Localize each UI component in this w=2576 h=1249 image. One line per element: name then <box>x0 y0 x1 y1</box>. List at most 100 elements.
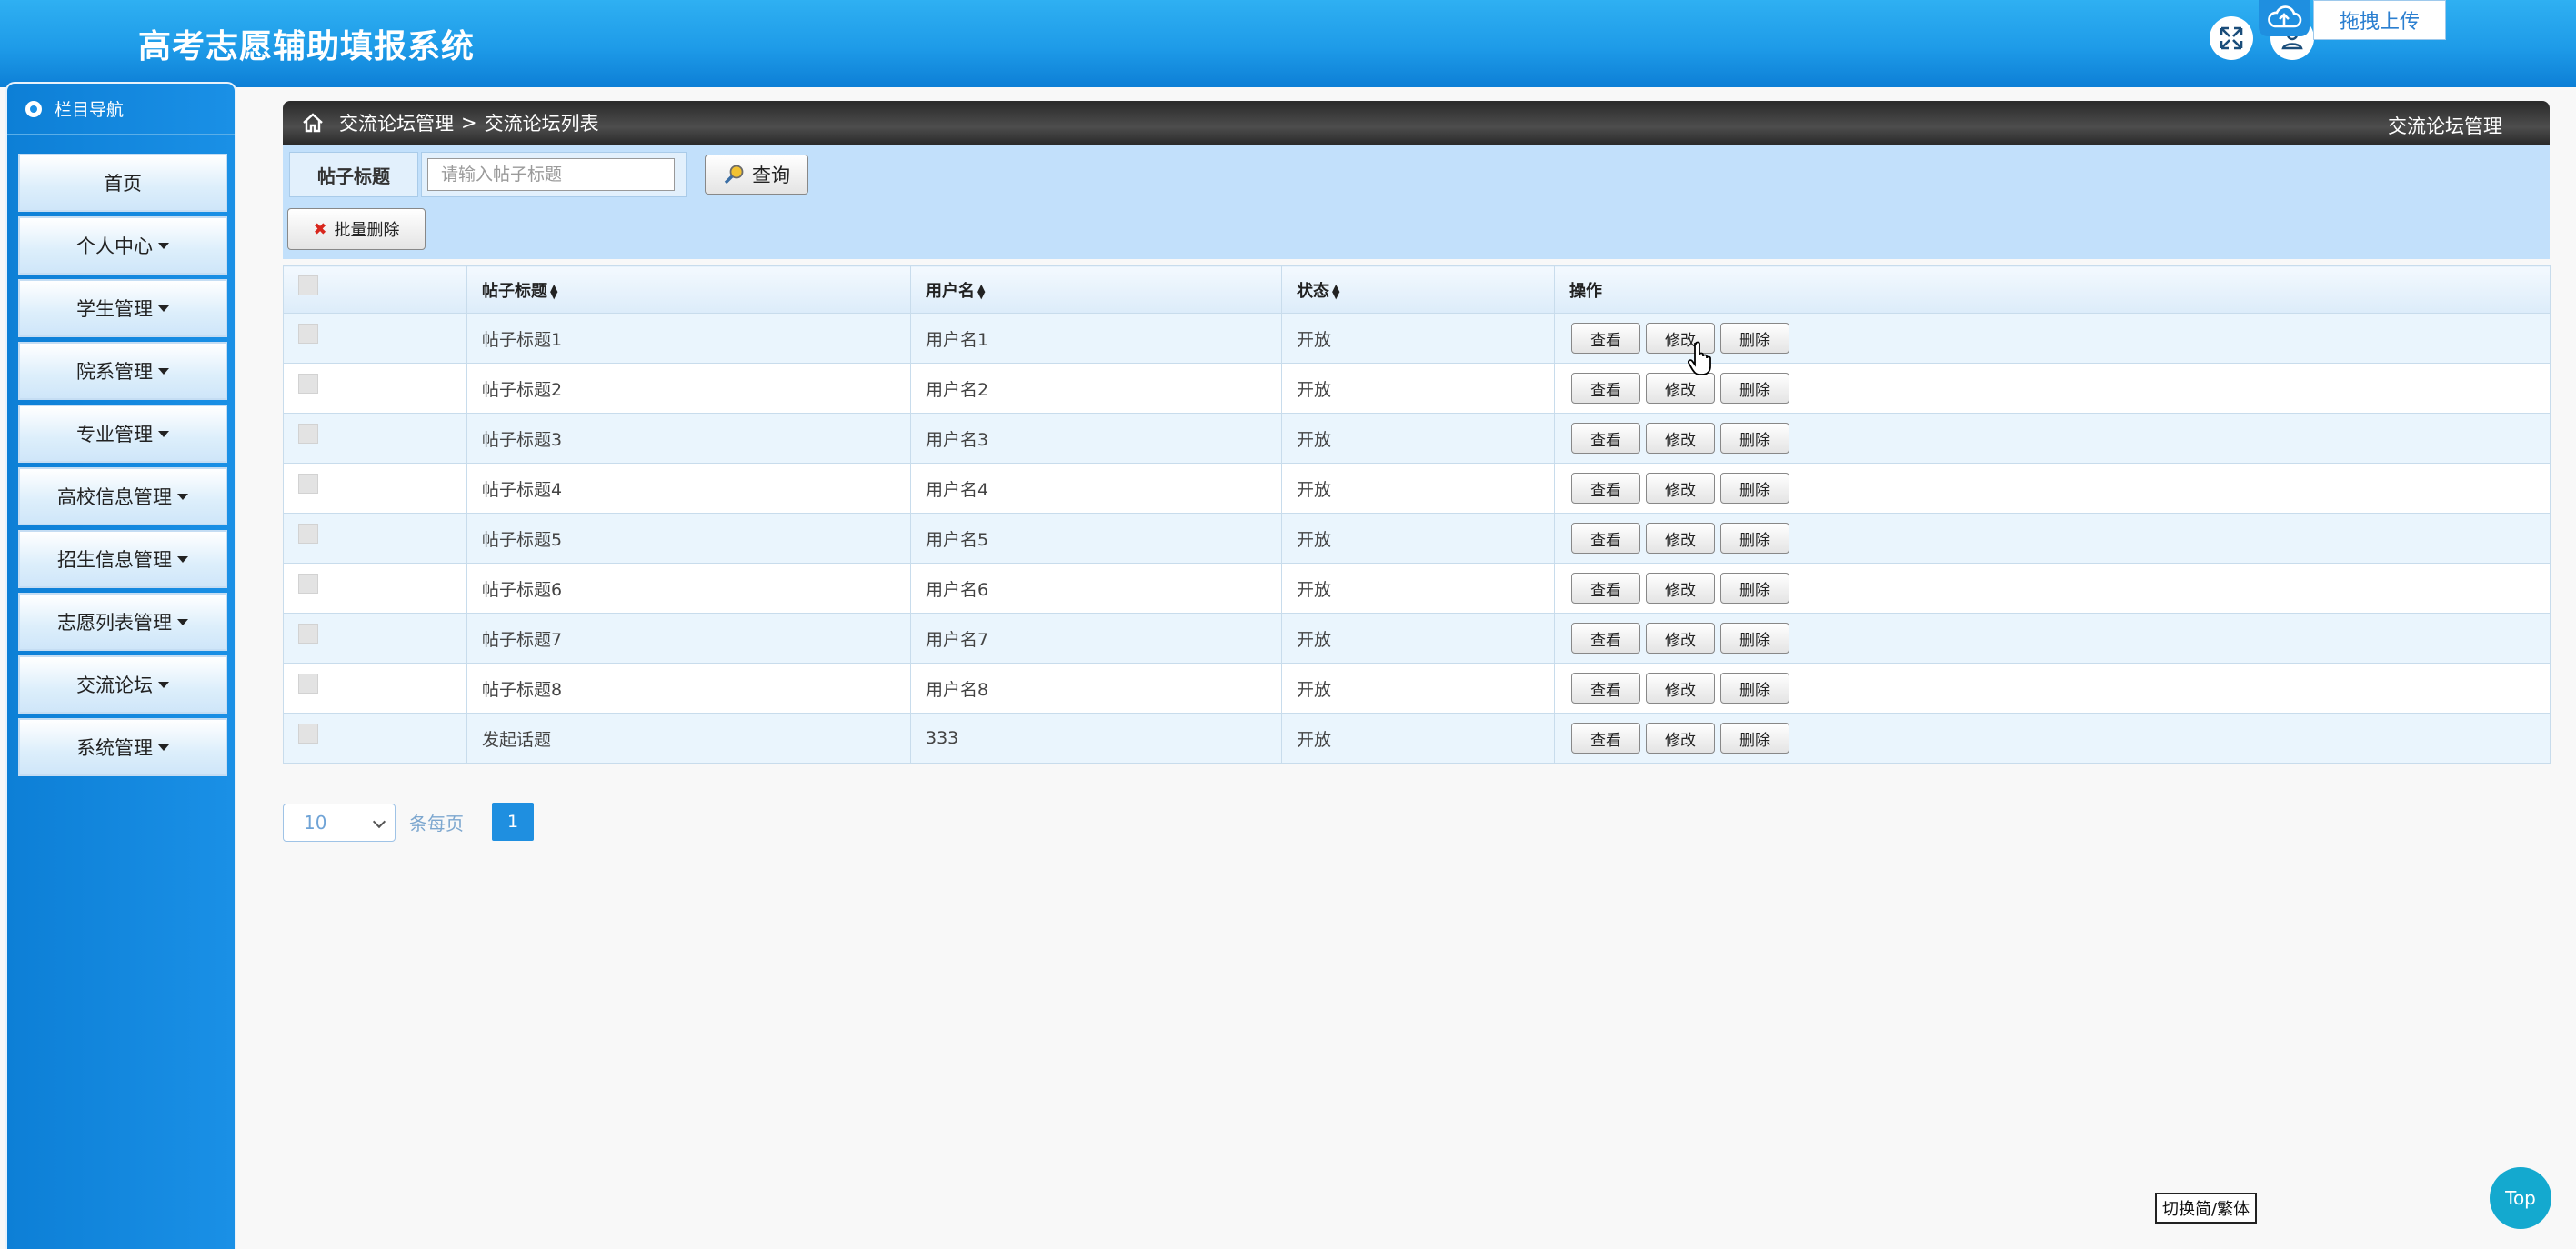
sort-icon[interactable]: ▲ ▼ <box>1332 283 1339 300</box>
cell-status: 开放 <box>1281 363 1555 414</box>
nav-bullet-icon <box>25 100 42 117</box>
row-select-cell <box>283 513 467 564</box>
row-checkbox[interactable] <box>298 523 318 544</box>
cloud-upload-icon[interactable] <box>2259 0 2310 36</box>
row-checkbox[interactable] <box>298 573 318 594</box>
edit-button[interactable]: 修改 <box>1646 423 1715 454</box>
sidebar-item-personal-center[interactable]: 个人中心 <box>18 216 227 275</box>
table-row: 帖子标题8 用户名8 开放 查看 修改 删除 <box>283 663 2551 714</box>
view-button[interactable]: 查看 <box>1571 673 1640 704</box>
query-button-label: 查询 <box>752 165 790 186</box>
delete-button[interactable]: 删除 <box>1720 673 1789 704</box>
delete-button[interactable]: 删除 <box>1720 723 1789 754</box>
delete-button[interactable]: 删除 <box>1720 473 1789 504</box>
cell-username: 用户名3 <box>910 413 1282 464</box>
delete-button[interactable]: 删除 <box>1720 623 1789 654</box>
edit-button[interactable]: 修改 <box>1646 473 1715 504</box>
page-size-value: 10 <box>304 812 327 834</box>
cell-actions: 查看 修改 删除 <box>1554 563 2551 614</box>
sidebar-item-label: 交流论坛 <box>76 674 153 696</box>
drag-upload-button[interactable]: 拖拽上传 <box>2313 0 2446 40</box>
sidebar-heading: 栏目导航 <box>7 84 235 135</box>
cell-actions: 查看 修改 删除 <box>1554 513 2551 564</box>
sidebar-item-university-info[interactable]: 高校信息管理 <box>18 467 227 525</box>
row-select-cell <box>283 413 467 464</box>
select-all-checkbox[interactable] <box>298 275 318 295</box>
batch-delete-button[interactable]: ✖ 批量删除 <box>287 208 426 250</box>
row-select-cell <box>283 463 467 514</box>
caret-down-icon <box>158 681 169 688</box>
delete-button[interactable]: 删除 <box>1720 523 1789 554</box>
sort-icon[interactable]: ▲ ▼ <box>977 283 985 300</box>
view-button[interactable]: 查看 <box>1571 473 1640 504</box>
query-button[interactable]: 查询 <box>705 155 808 195</box>
row-checkbox[interactable] <box>298 473 318 494</box>
caret-down-icon <box>158 305 169 312</box>
edit-button[interactable]: 修改 <box>1646 623 1715 654</box>
edit-button[interactable]: 修改 <box>1646 523 1715 554</box>
view-button[interactable]: 查看 <box>1571 573 1640 604</box>
view-button[interactable]: 查看 <box>1571 523 1640 554</box>
row-checkbox[interactable] <box>298 723 318 744</box>
view-button[interactable]: 查看 <box>1571 323 1640 354</box>
column-header-status[interactable]: 状态 ▲ ▼ <box>1281 265 1555 314</box>
edit-button[interactable]: 修改 <box>1646 673 1715 704</box>
search-input[interactable] <box>427 158 675 191</box>
row-checkbox[interactable] <box>298 623 318 644</box>
caret-down-icon <box>177 618 188 625</box>
cell-username: 用户名8 <box>910 663 1282 714</box>
page-button-current[interactable]: 1 <box>492 803 534 841</box>
search-panel: 帖子标题 查询 ✖ 批量删除 <box>283 145 2550 259</box>
search-input-wrap <box>421 152 687 197</box>
cell-status: 开放 <box>1281 663 1555 714</box>
sidebar-item-department-management[interactable]: 院系管理 <box>18 342 227 400</box>
delete-button[interactable]: 删除 <box>1720 373 1789 404</box>
view-button[interactable]: 查看 <box>1571 423 1640 454</box>
sidebar-item-label: 高校信息管理 <box>57 486 172 508</box>
sidebar-item-system-management[interactable]: 系统管理 <box>18 718 227 776</box>
row-select-cell <box>283 563 467 614</box>
cell-title: 帖子标题2 <box>466 363 911 414</box>
view-button[interactable]: 查看 <box>1571 623 1640 654</box>
sidebar-item-forum[interactable]: 交流论坛 <box>18 655 227 714</box>
row-checkbox[interactable] <box>298 373 318 394</box>
sidebar-item-admission-info[interactable]: 招生信息管理 <box>18 530 227 588</box>
row-checkbox[interactable] <box>298 423 318 444</box>
caret-down-icon <box>177 493 188 500</box>
expand-icon[interactable] <box>2210 16 2253 60</box>
sidebar-item-application-list[interactable]: 志愿列表管理 <box>18 593 227 651</box>
home-icon[interactable] <box>301 112 325 134</box>
edit-button[interactable]: 修改 <box>1646 573 1715 604</box>
column-header-title[interactable]: 帖子标题 ▲ ▼ <box>466 265 911 314</box>
close-icon: ✖ <box>313 219 327 239</box>
sidebar-item-home[interactable]: 首页 <box>18 154 227 212</box>
cell-title: 帖子标题1 <box>466 313 911 364</box>
table-row: 帖子标题4 用户名4 开放 查看 修改 删除 <box>283 463 2551 514</box>
cell-username: 用户名5 <box>910 513 1282 564</box>
view-button[interactable]: 查看 <box>1571 373 1640 404</box>
page-size-select[interactable]: 10 <box>283 804 396 842</box>
sidebar-item-major-management[interactable]: 专业管理 <box>18 405 227 463</box>
delete-button[interactable]: 删除 <box>1720 423 1789 454</box>
cell-actions: 查看 修改 删除 <box>1554 463 2551 514</box>
view-button[interactable]: 查看 <box>1571 723 1640 754</box>
sort-icon[interactable]: ▲ ▼ <box>550 283 557 300</box>
sidebar: 栏目导航 首页 个人中心 学生管理 院系管理 专业管理 高校信息管理 招生信息管… <box>5 82 236 1249</box>
cell-status: 开放 <box>1281 313 1555 364</box>
table-row: 帖子标题1 用户名1 开放 查看 修改 删除 <box>283 313 2551 364</box>
row-checkbox[interactable] <box>298 323 318 344</box>
delete-button[interactable]: 删除 <box>1720 573 1789 604</box>
cell-title: 帖子标题5 <box>466 513 911 564</box>
row-checkbox[interactable] <box>298 673 318 694</box>
cell-title: 帖子标题3 <box>466 413 911 464</box>
edit-button[interactable]: 修改 <box>1646 373 1715 404</box>
cell-actions: 查看 修改 删除 <box>1554 613 2551 664</box>
column-header-username[interactable]: 用户名 ▲ ▼ <box>910 265 1282 314</box>
sidebar-item-student-management[interactable]: 学生管理 <box>18 279 227 337</box>
delete-button[interactable]: 删除 <box>1720 323 1789 354</box>
breadcrumb-parent[interactable]: 交流论坛管理 <box>339 109 454 136</box>
switch-language-button[interactable]: 切换简/繁体 <box>2155 1193 2258 1224</box>
edit-button[interactable]: 修改 <box>1646 723 1715 754</box>
back-to-top-button[interactable]: Top <box>2490 1167 2551 1229</box>
cell-actions: 查看 修改 删除 <box>1554 413 2551 464</box>
